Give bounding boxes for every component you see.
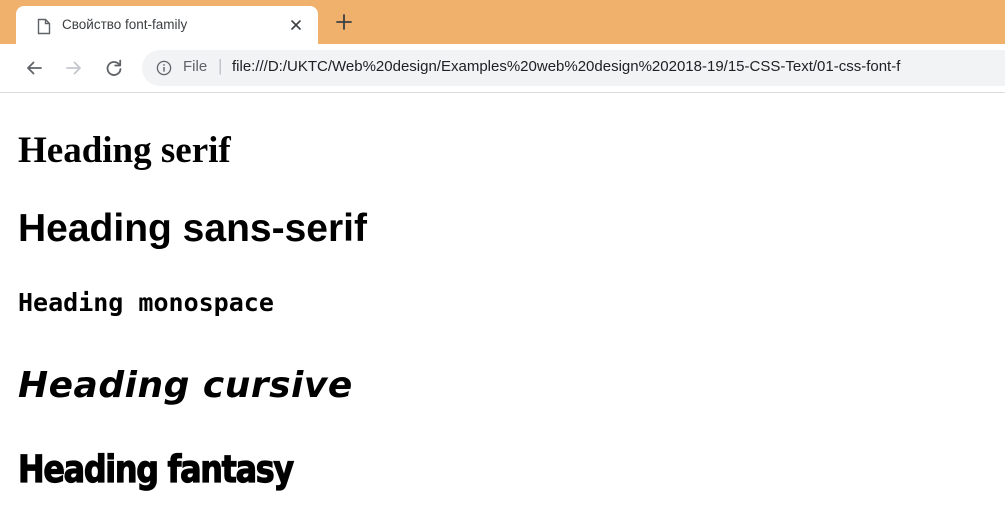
browser-tab[interactable]: Свойство font-family (16, 6, 318, 44)
info-icon[interactable] (156, 60, 172, 76)
close-icon[interactable] (288, 17, 304, 33)
reload-icon[interactable] (104, 58, 124, 78)
tab-title: Свойство font-family (62, 17, 188, 32)
heading-serif: Heading serif (18, 130, 231, 171)
browser-window: Свойство font-family File | file:///D:/U… (0, 0, 1005, 517)
page-content: Heading serif Heading sans-serif Heading… (0, 93, 1005, 517)
heading-sans-serif: Heading sans-serif (18, 207, 367, 250)
plus-icon[interactable] (334, 12, 354, 32)
url-scheme-label: File (183, 58, 208, 75)
arrow-left-icon[interactable] (24, 58, 44, 78)
heading-fantasy: Heading fantasy (17, 447, 294, 491)
document-icon (37, 18, 51, 35)
tab-strip: Свойство font-family (0, 0, 1005, 44)
arrow-right-icon[interactable] (64, 58, 84, 78)
url-separator: | (218, 56, 223, 75)
url-text[interactable]: file:///D:/UKTC/Web%20design/Examples%20… (232, 58, 900, 75)
heading-cursive: Heading cursive (18, 365, 353, 406)
heading-monospace: Heading monospace (18, 288, 274, 317)
browser-toolbar: File | file:///D:/UKTC/Web%20design/Exam… (0, 44, 1005, 93)
address-bar[interactable]: File | file:///D:/UKTC/Web%20design/Exam… (142, 50, 1005, 86)
